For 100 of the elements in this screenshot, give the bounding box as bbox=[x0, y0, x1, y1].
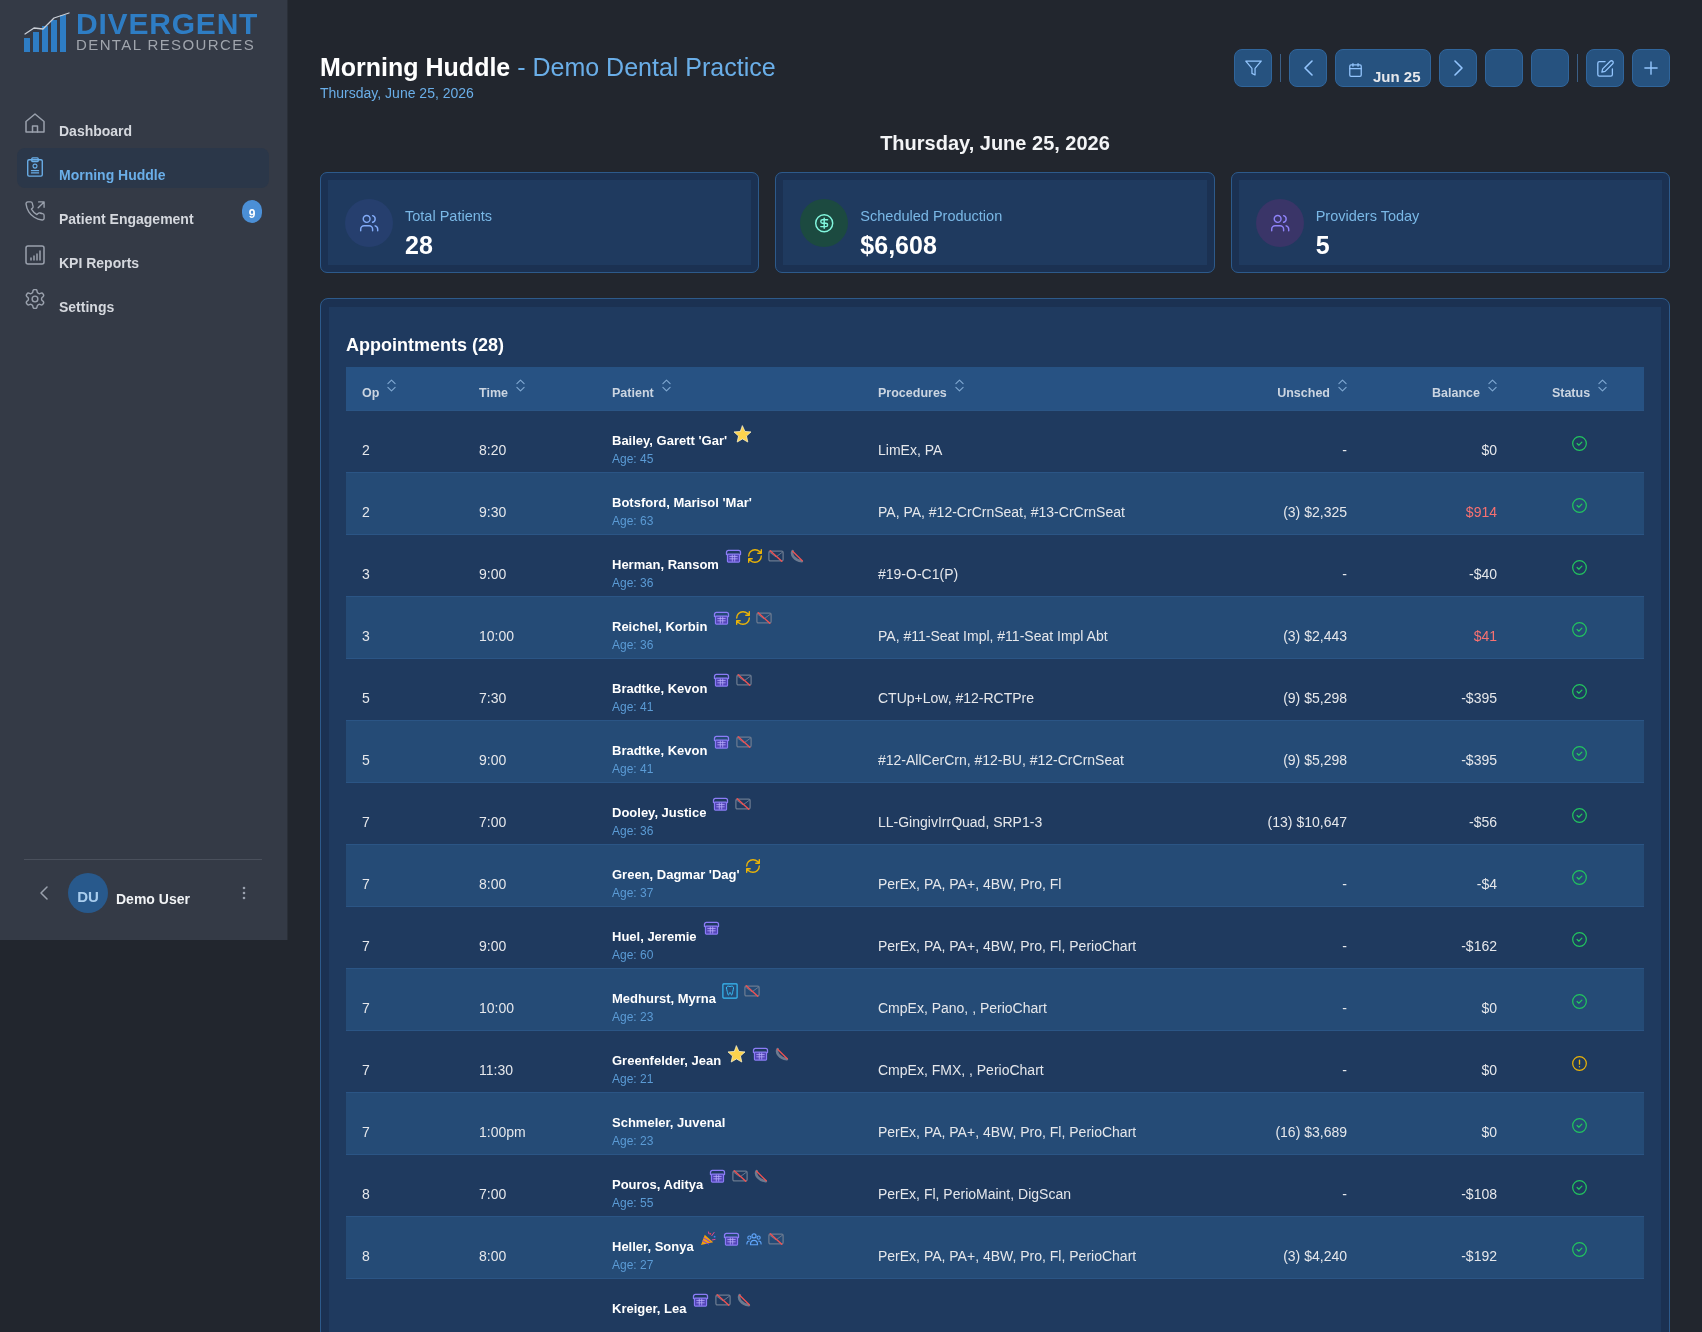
appointment-time: 10:00 bbox=[479, 1000, 515, 1017]
page-subtitle: Thursday, June 25, 2026 bbox=[320, 84, 474, 102]
patient-name[interactable]: Reichel, Korbin bbox=[612, 619, 708, 635]
op-number: 2 bbox=[362, 504, 370, 521]
balance-amount: -$108 bbox=[1461, 1186, 1497, 1203]
desk-phone-icon bbox=[712, 797, 730, 811]
appointment-time: 9:30 bbox=[479, 504, 507, 521]
desk-phone-icon bbox=[722, 1231, 740, 1246]
nav-item[interactable]: Settings bbox=[17, 280, 269, 320]
add-button[interactable] bbox=[1632, 49, 1670, 87]
patient-name[interactable]: Botsford, Marisol 'Mar' bbox=[612, 495, 752, 511]
chevron-left-icon bbox=[1303, 60, 1313, 76]
table-row[interactable]: 7 1:00pm Schmeler, Juvenal Age: 23 PerEx, PA, PA+, 4BW, Pro, Fl, PerioChart (16) $3,689 $0 bbox=[346, 1092, 1644, 1154]
page-title: Morning Huddle - Demo Dental Practice bbox=[320, 52, 776, 82]
patient-name[interactable]: Bailey, Garett 'Gar' bbox=[612, 433, 728, 449]
patient-name[interactable]: Herman, Ransom bbox=[612, 557, 719, 573]
patient-name[interactable]: Greenfelder, Jean bbox=[612, 1053, 722, 1069]
user-avatar[interactable]: DU bbox=[68, 873, 108, 913]
patient-name[interactable]: Bradtke, Kevon bbox=[612, 681, 708, 697]
appointment-time: 8:20 bbox=[479, 442, 507, 459]
column-header[interactable]: Balance bbox=[1432, 379, 1497, 401]
procedure-list: CTUp+Low, #12-RCTPre bbox=[878, 690, 1034, 707]
op-number: 7 bbox=[362, 814, 370, 831]
envelope-crossed-icon bbox=[732, 1169, 749, 1183]
table-row[interactable]: 8 8:00 Heller, Sonya Age: 27 PerEx, PA, PA+, 4BW, Pro, Fl, PerioChart (3) $4,240 -$192 bbox=[346, 1216, 1644, 1278]
desk-phone-icon bbox=[702, 921, 720, 935]
nav-item[interactable]: KPI Reports bbox=[17, 236, 269, 276]
patient-name[interactable]: Schmeler, Juvenal bbox=[612, 1115, 726, 1131]
patient-age: Age: 37 bbox=[612, 886, 654, 901]
sync-icon bbox=[747, 549, 762, 563]
brand-name: DIVERGENT bbox=[76, 10, 259, 37]
unscheduled-amount: - bbox=[1342, 442, 1347, 459]
previous-button[interactable] bbox=[1289, 49, 1327, 87]
patient-name[interactable]: Dooley, Justice bbox=[612, 805, 707, 821]
patient-name[interactable]: Green, Dagmar 'Dag' bbox=[612, 867, 740, 883]
column-header[interactable]: Patient bbox=[612, 379, 671, 401]
blank-button[interactable] bbox=[1485, 49, 1523, 87]
unscheduled-amount: (13) $10,647 bbox=[1267, 814, 1347, 831]
patient-name[interactable]: Pouros, Aditya bbox=[612, 1177, 704, 1193]
appointment-time: 7:00 bbox=[479, 1186, 507, 1203]
count-badge: 9 bbox=[242, 200, 262, 223]
star-icon bbox=[733, 425, 753, 443]
column-header[interactable]: Time bbox=[479, 379, 525, 401]
check-circle-icon bbox=[1572, 994, 1587, 1009]
patient-name[interactable]: Medhurst, Myrna bbox=[612, 991, 716, 1007]
balance-amount: -$395 bbox=[1461, 752, 1497, 769]
sort-icon bbox=[515, 379, 525, 392]
chevron-left-icon[interactable] bbox=[40, 886, 48, 900]
handset-crossed-icon bbox=[775, 1047, 790, 1061]
appointment-time: 7:30 bbox=[479, 690, 507, 707]
nav-item[interactable]: Patient Engagement 9 bbox=[17, 192, 269, 232]
handset-crossed-icon bbox=[789, 549, 804, 563]
group-icon bbox=[745, 1231, 762, 1246]
envelope-crossed-icon bbox=[736, 735, 753, 749]
filter-button[interactable] bbox=[1234, 49, 1272, 87]
user-name: Demo User bbox=[116, 891, 190, 907]
patient-age: Age: 23 bbox=[612, 1010, 654, 1025]
unscheduled-amount: (3) $2,443 bbox=[1283, 628, 1347, 645]
nav-item[interactable]: Dashboard bbox=[17, 104, 269, 144]
next-button[interactable] bbox=[1439, 49, 1477, 87]
check-circle-icon bbox=[1572, 870, 1587, 885]
patient-name[interactable]: Heller, Sonya bbox=[612, 1239, 694, 1255]
envelope-crossed-icon bbox=[767, 1231, 784, 1246]
appointment-time: 9:00 bbox=[479, 752, 507, 769]
sync-icon bbox=[736, 611, 751, 625]
unscheduled-amount: - bbox=[1342, 1186, 1347, 1203]
envelope-crossed-icon bbox=[756, 611, 773, 625]
column-header[interactable]: Unsched bbox=[1277, 379, 1347, 401]
patient-name[interactable]: Huel, Jeremie bbox=[612, 929, 697, 945]
patient-age: Age: 36 bbox=[612, 638, 654, 653]
check-circle-icon bbox=[1572, 560, 1587, 575]
check-circle-icon bbox=[1572, 932, 1587, 947]
op-number: 7 bbox=[362, 1124, 370, 1141]
blank-button[interactable] bbox=[1531, 49, 1569, 87]
stat-label: Total Patients bbox=[405, 206, 493, 225]
patient-name[interactable]: Kreiger, Lea bbox=[612, 1301, 687, 1317]
desk-phone-icon bbox=[713, 673, 731, 687]
table-row[interactable]: 2 9:30 Botsford, Marisol 'Mar' Age: 63 PA, PA, #12-CrCrnSeat, #13-CrCrnSeat (3) $2,325 $914 bbox=[346, 472, 1644, 534]
table-row[interactable]: 7 10:00 Medhurst, Myrna Age: 23 CmpEx, Pano, , PerioChart - $0 bbox=[346, 968, 1644, 1030]
kebab-menu-icon[interactable] bbox=[242, 886, 246, 900]
table-row[interactable]: 3 10:00 Reichel, Korbin Age: 36 PA, #11-Seat Impl, #11-Seat Impl Abt (3) $2,443 $41 bbox=[346, 596, 1644, 658]
procedure-list: #19-O-C1(P) bbox=[878, 566, 959, 583]
calendar-icon bbox=[1349, 63, 1362, 77]
balance-amount: -$4 bbox=[1476, 876, 1497, 893]
procedure-list: PerEx, Fl, PerioMaint, DigScan bbox=[878, 1186, 1071, 1203]
column-header[interactable]: Op bbox=[362, 379, 397, 401]
table-row[interactable]: 5 9:00 Bradtke, Kevon Age: 41 #12-AllCerCrn, #12-BU, #12-CrCrnSeat (9) $5,298 -$395 bbox=[346, 720, 1644, 782]
table-row[interactable]: 7 8:00 Green, Dagmar 'Dag' Age: 37 PerEx, PA, PA+, 4BW, Pro, Fl - -$4 bbox=[346, 844, 1644, 906]
envelope-crossed-icon bbox=[744, 984, 760, 998]
column-header[interactable]: Status bbox=[1551, 379, 1608, 401]
envelope-crossed-icon bbox=[736, 673, 753, 687]
check-circle-icon bbox=[1572, 436, 1587, 451]
patient-name[interactable]: Bradtke, Kevon bbox=[612, 743, 708, 759]
date-button[interactable]: Jun 25 bbox=[1335, 49, 1431, 87]
desk-phone-icon bbox=[713, 611, 731, 625]
column-header[interactable]: Procedures bbox=[878, 379, 964, 401]
nav-item[interactable]: Morning Huddle bbox=[17, 148, 269, 188]
unscheduled-amount: (16) $3,689 bbox=[1275, 1124, 1347, 1141]
op-number: 7 bbox=[362, 876, 370, 893]
edit-button[interactable] bbox=[1586, 49, 1624, 87]
